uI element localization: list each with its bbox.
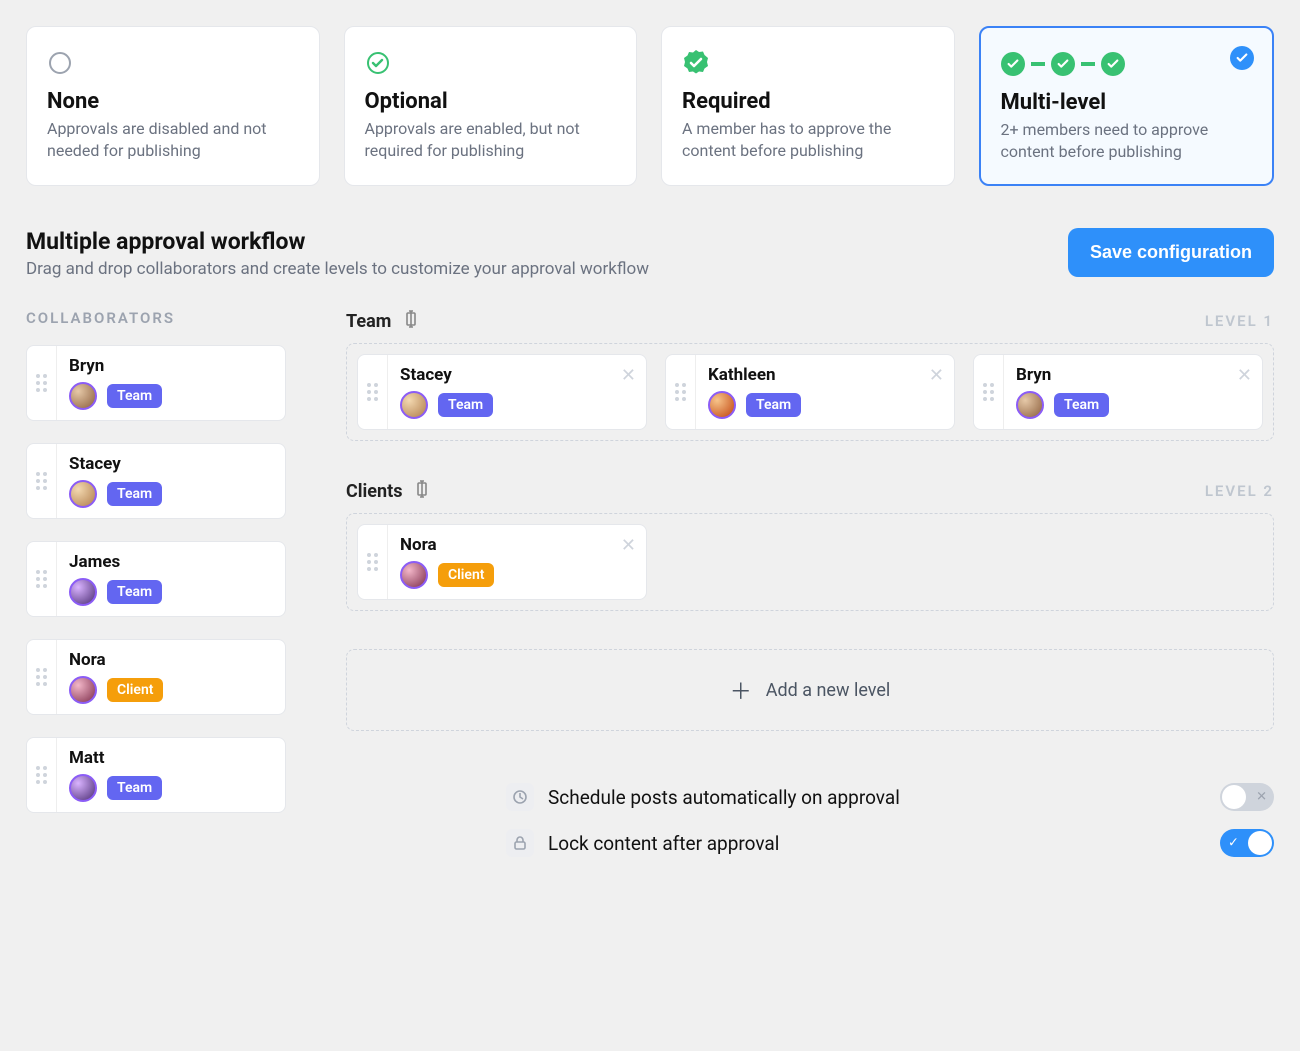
option-title: None <box>47 89 299 114</box>
plus-icon: ＋ <box>730 674 752 706</box>
avatar <box>69 774 97 802</box>
remove-member-icon[interactable]: ✕ <box>1237 365 1252 386</box>
role-tag: Team <box>438 393 493 417</box>
avatar <box>69 676 97 704</box>
role-tag: Team <box>107 384 162 408</box>
remove-member-icon[interactable]: ✕ <box>621 535 636 556</box>
clock-icon <box>506 783 534 811</box>
member-name: Nora <box>400 535 634 555</box>
level-member-card[interactable]: ✕ Bryn Team <box>973 354 1263 430</box>
collaborator-name: Matt <box>69 748 273 768</box>
drag-handle-icon[interactable] <box>358 525 388 599</box>
setting-lock-label: Lock content after approval <box>548 832 1206 855</box>
drag-handle-icon[interactable] <box>27 542 57 616</box>
role-tag: Client <box>107 678 163 702</box>
role-tag: Team <box>1054 393 1109 417</box>
avatar <box>1016 391 1044 419</box>
level-member-card[interactable]: ✕ Kathleen Team <box>665 354 955 430</box>
collaborator-card[interactable]: Stacey Team <box>26 443 286 519</box>
drag-handle-icon[interactable] <box>974 355 1004 429</box>
member-name: Stacey <box>400 365 634 385</box>
drag-handle-icon[interactable] <box>358 355 388 429</box>
level-name: Clients <box>346 481 402 502</box>
multi-step-chain-icon <box>1001 48 1253 80</box>
collaborator-card[interactable]: Nora Client <box>26 639 286 715</box>
levels-column: Team LEVEL 1 ✕ Stacey Team <box>346 309 1274 857</box>
avatar <box>69 578 97 606</box>
drag-handle-icon[interactable] <box>27 738 57 812</box>
schedule-toggle[interactable]: ✕ <box>1220 783 1274 811</box>
drag-handle-icon[interactable] <box>666 355 696 429</box>
collaborator-card[interactable]: Bryn Team <box>26 345 286 421</box>
verified-badge-icon <box>682 47 934 79</box>
option-multi-level[interactable]: Multi-level 2+ members need to approve c… <box>979 26 1275 186</box>
setting-schedule-label: Schedule posts automatically on approval <box>548 786 1206 809</box>
avatar <box>400 561 428 589</box>
option-title: Multi-level <box>1001 90 1253 115</box>
option-desc: 2+ members need to approve content befor… <box>1001 119 1253 162</box>
drag-handle-icon[interactable] <box>27 640 57 714</box>
add-level-label: Add a new level <box>766 680 891 701</box>
option-optional[interactable]: Optional Approvals are enabled, but not … <box>344 26 638 186</box>
level-dropzone[interactable]: ✕ Stacey Team ✕ Kathleen Team <box>346 343 1274 441</box>
member-name: Bryn <box>1016 365 1250 385</box>
lock-icon <box>506 829 534 857</box>
member-name: Kathleen <box>708 365 942 385</box>
lock-toggle[interactable]: ✓ <box>1220 829 1274 857</box>
check-circle-outline-icon <box>365 47 617 79</box>
level-index-label: LEVEL 1 <box>1205 312 1274 330</box>
drag-handle-icon[interactable] <box>27 346 57 420</box>
level-member-card[interactable]: ✕ Nora Client <box>357 524 647 600</box>
selected-check-icon <box>1230 46 1254 70</box>
role-tag: Team <box>107 776 162 800</box>
level-index-label: LEVEL 2 <box>1205 482 1274 500</box>
avatar <box>69 480 97 508</box>
option-none[interactable]: None Approvals are disabled and not need… <box>26 26 320 186</box>
option-title: Required <box>682 89 934 114</box>
role-tag: Client <box>438 563 494 587</box>
collaborator-card[interactable]: James Team <box>26 541 286 617</box>
rename-icon[interactable] <box>412 479 432 503</box>
level-name: Team <box>346 311 391 332</box>
rename-icon[interactable] <box>401 309 421 333</box>
drag-handle-icon[interactable] <box>27 444 57 518</box>
collaborators-heading: COLLABORATORS <box>26 309 286 327</box>
collaborators-column: COLLABORATORS Bryn Team Stacey Team <box>26 309 286 857</box>
remove-member-icon[interactable]: ✕ <box>621 365 636 386</box>
avatar <box>69 382 97 410</box>
collaborator-card[interactable]: Matt Team <box>26 737 286 813</box>
approval-options-row: None Approvals are disabled and not need… <box>26 26 1274 186</box>
empty-circle-icon <box>47 47 299 79</box>
option-required[interactable]: Required A member has to approve the con… <box>661 26 955 186</box>
collaborator-name: Stacey <box>69 454 273 474</box>
collaborator-name: Bryn <box>69 356 273 376</box>
option-desc: Approvals are enabled, but not required … <box>365 118 617 161</box>
role-tag: Team <box>107 482 162 506</box>
workflow-header: Multiple approval workflow Drag and drop… <box>26 228 1274 279</box>
workflow-subtitle: Drag and drop collaborators and create l… <box>26 259 649 279</box>
approval-settings: Schedule posts automatically on approval… <box>346 783 1274 857</box>
level-dropzone[interactable]: ✕ Nora Client <box>346 513 1274 611</box>
role-tag: Team <box>107 580 162 604</box>
add-level-button[interactable]: ＋ Add a new level <box>346 649 1274 731</box>
remove-member-icon[interactable]: ✕ <box>929 365 944 386</box>
collaborator-name: James <box>69 552 273 572</box>
avatar <box>400 391 428 419</box>
role-tag: Team <box>746 393 801 417</box>
collaborator-name: Nora <box>69 650 273 670</box>
avatar <box>708 391 736 419</box>
level-member-card[interactable]: ✕ Stacey Team <box>357 354 647 430</box>
workflow-title: Multiple approval workflow <box>26 228 649 255</box>
option-title: Optional <box>365 89 617 114</box>
save-configuration-button[interactable]: Save configuration <box>1068 228 1274 277</box>
option-desc: A member has to approve the content befo… <box>682 118 934 161</box>
option-desc: Approvals are disabled and not needed fo… <box>47 118 299 161</box>
